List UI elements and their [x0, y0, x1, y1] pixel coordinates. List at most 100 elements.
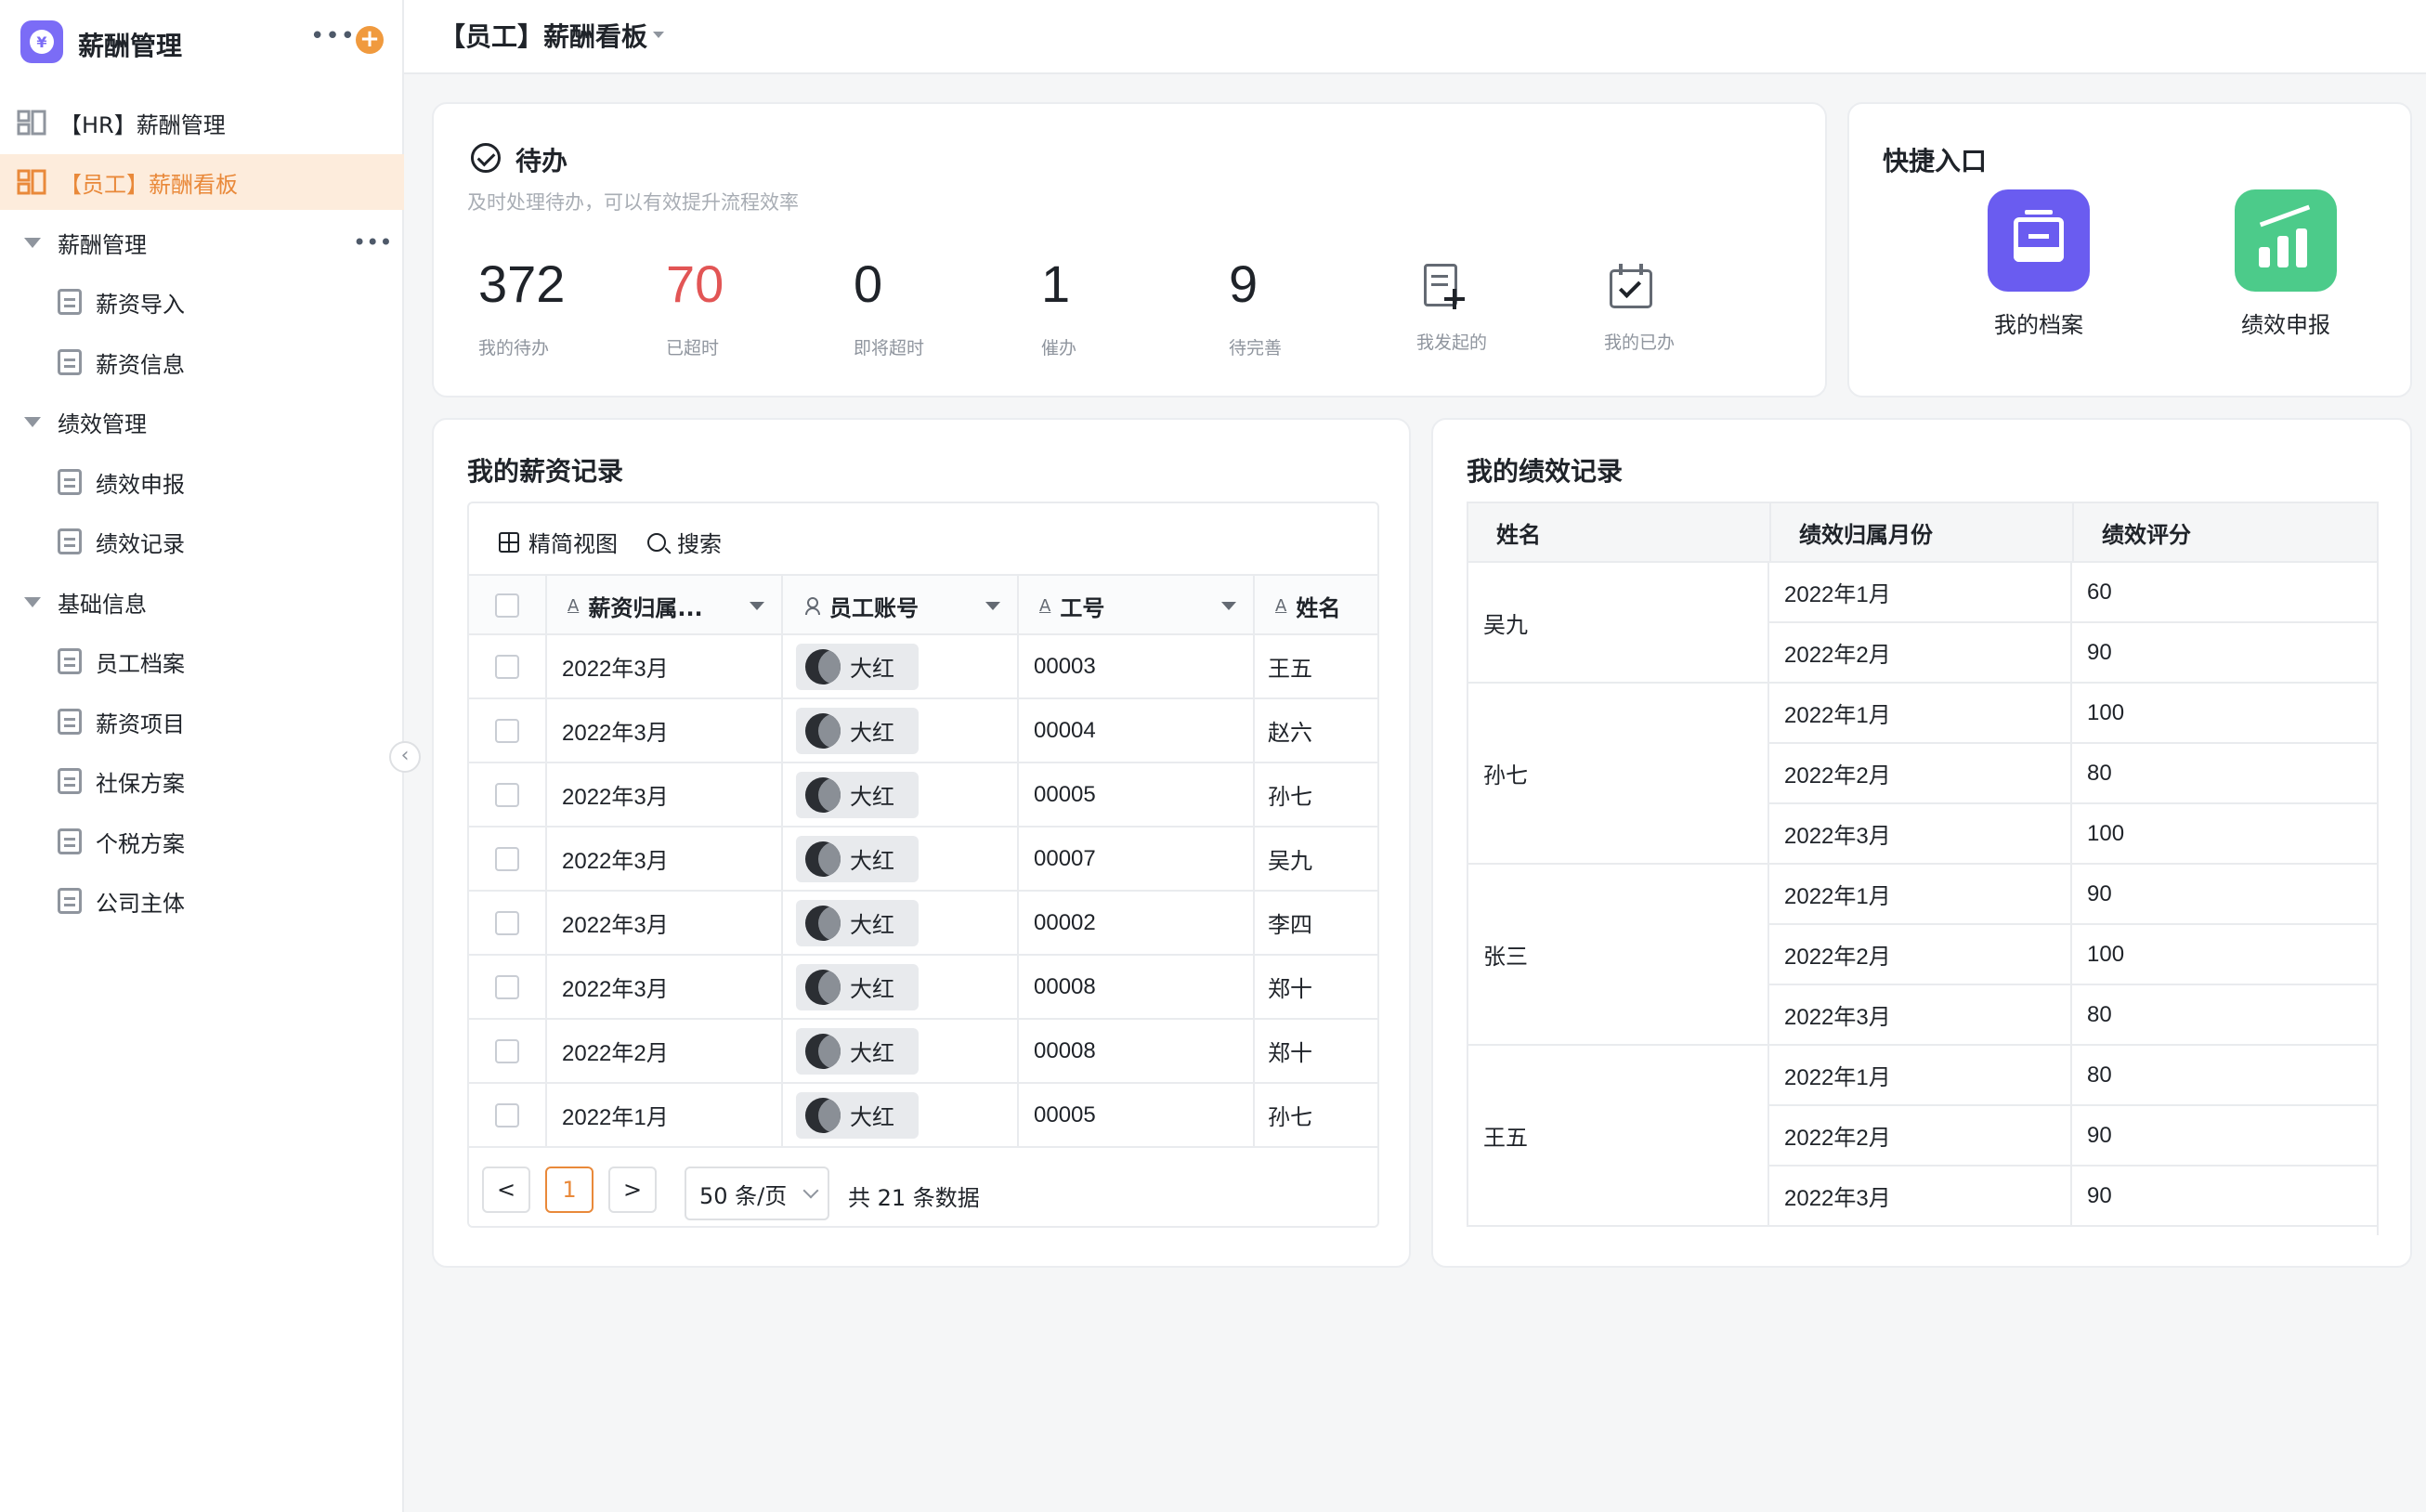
- stat-urge[interactable]: 1 催办: [1041, 258, 1208, 359]
- action-label: 我的已办: [1604, 332, 1676, 353]
- document-icon: [58, 828, 82, 854]
- search-button[interactable]: 搜索: [647, 526, 722, 558]
- perf-month-cell: 2022年1月: [1769, 865, 2072, 925]
- perf-month-cell: 2022年3月: [1769, 985, 2072, 1046]
- compact-view-label: 精简视图: [528, 531, 618, 557]
- quick-label: 绩效申报: [2241, 312, 2330, 338]
- page-number-button[interactable]: 1: [545, 1167, 593, 1213]
- caret-down-icon[interactable]: [653, 32, 664, 38]
- user-chip[interactable]: 大红: [796, 643, 919, 690]
- text-field-icon: A: [1039, 595, 1051, 616]
- performance-table: 姓名 绩效归属月份 绩效评分 吴九 2022年1月 60 2022年2月 90 …: [1467, 502, 2379, 1235]
- stat-label: 即将超时: [854, 338, 925, 358]
- more-icon[interactable]: •••: [353, 229, 392, 255]
- user-name: 大红: [850, 913, 894, 938]
- select-all-cell: [469, 576, 547, 635]
- nav-group-salary[interactable]: 薪酬管理 •••: [0, 215, 404, 270]
- cell-name: 李四: [1268, 913, 1312, 938]
- page-size-select[interactable]: 50 条/页: [685, 1167, 829, 1220]
- nav-item-salary-info[interactable]: 薪资信息: [0, 334, 404, 390]
- action-my-done[interactable]: 我的已办: [1604, 262, 1734, 354]
- user-chip[interactable]: 大红: [796, 1027, 919, 1075]
- row-checkbox[interactable]: [495, 718, 519, 743]
- cell-month: 2022年3月: [547, 635, 783, 697]
- user-chip[interactable]: 大红: [796, 707, 919, 754]
- quick-entry-card: 快捷入口 我的档案 绩效申报: [1847, 102, 2412, 398]
- nav-item-employee-file[interactable]: 员工档案: [0, 633, 404, 689]
- nav-group-label: 绩效管理: [58, 411, 147, 437]
- stat-to-complete[interactable]: 9 待完善: [1229, 258, 1396, 359]
- cell-id: 00007: [1019, 828, 1255, 890]
- column-header-id[interactable]: A 工号: [1019, 576, 1255, 635]
- collapse-sidebar-button[interactable]: ‹: [389, 741, 421, 773]
- table-row[interactable]: 2022年3月 大红 00005 孙七: [469, 763, 1377, 828]
- nav-item-salary-items[interactable]: 薪资项目: [0, 694, 404, 749]
- row-checkbox[interactable]: [495, 846, 519, 871]
- quick-entry-title: 快捷入口: [1883, 146, 1988, 176]
- nav-item-perf-declare[interactable]: 绩效申报: [0, 454, 404, 510]
- user-chip[interactable]: 大红: [796, 835, 919, 882]
- caret-down-icon[interactable]: [1221, 602, 1236, 610]
- row-select-cell: [469, 892, 547, 954]
- user-chip[interactable]: 大红: [796, 771, 919, 818]
- next-page-button[interactable]: >: [608, 1167, 657, 1213]
- row-checkbox[interactable]: [495, 1102, 519, 1127]
- more-icon[interactable]: •••: [310, 22, 356, 50]
- caret-down-icon[interactable]: [750, 602, 764, 610]
- nav-item-social-insurance[interactable]: 社保方案: [0, 753, 404, 809]
- table-row[interactable]: 2022年2月 大红 00008 郑十: [469, 1020, 1377, 1084]
- table-row[interactable]: 2022年3月 大红 00002 李四: [469, 892, 1377, 956]
- caret-down-icon[interactable]: [985, 602, 1000, 610]
- stat-about-to-expire[interactable]: 0 即将超时: [854, 258, 1021, 359]
- add-icon[interactable]: +: [356, 26, 384, 54]
- nav-item-salary-import[interactable]: 薪资导入: [0, 274, 404, 330]
- quick-my-profile[interactable]: 我的档案: [1955, 189, 2122, 339]
- column-label: 工号: [1060, 594, 1105, 621]
- row-checkbox[interactable]: [495, 974, 519, 999]
- column-header-name[interactable]: A 姓名: [1255, 576, 1377, 635]
- stat-overdue[interactable]: 70 已超时: [666, 258, 833, 359]
- action-initiated-by-me[interactable]: 我发起的: [1416, 262, 1546, 354]
- nav-group-performance[interactable]: 绩效管理: [0, 394, 404, 450]
- nav-item-hr-salary[interactable]: 【HR】薪酬管理: [0, 95, 404, 150]
- page-title[interactable]: 【员工】薪酬看板: [439, 17, 647, 54]
- user-chip[interactable]: 大红: [796, 1091, 919, 1139]
- nav-item-perf-record[interactable]: 绩效记录: [0, 514, 404, 569]
- table-row[interactable]: 2022年3月 大红 00007 吴九: [469, 828, 1377, 892]
- stat-value: 70: [666, 254, 724, 313]
- nav-item-income-tax[interactable]: 个税方案: [0, 814, 404, 869]
- perf-month-cell: 2022年2月: [1769, 623, 2072, 684]
- nav-item-company-entity[interactable]: 公司主体: [0, 873, 404, 929]
- row-checkbox[interactable]: [495, 1038, 519, 1063]
- calendar-check-icon: [1608, 262, 1654, 312]
- nav-item-label: 绩效记录: [96, 530, 185, 557]
- caret-down-icon: [24, 237, 41, 248]
- row-checkbox[interactable]: [495, 654, 519, 679]
- row-checkbox[interactable]: [495, 910, 519, 935]
- cell-account: 大红: [783, 1020, 1019, 1082]
- nav-group-basic-info[interactable]: 基础信息: [0, 574, 404, 630]
- table-row[interactable]: 2022年3月 大红 00003 王五: [469, 635, 1377, 699]
- stat-my-todo[interactable]: 372 我的待办: [478, 258, 646, 359]
- compact-view-button[interactable]: 精简视图: [499, 526, 618, 558]
- user-chip[interactable]: 大红: [796, 899, 919, 946]
- table-row[interactable]: 2022年3月 大红 00004 赵六: [469, 699, 1377, 763]
- nav-item-label: 薪资信息: [96, 351, 185, 378]
- column-header-month[interactable]: A 薪资归属...: [547, 576, 783, 635]
- cell-account: 大红: [783, 828, 1019, 890]
- table-row[interactable]: 2022年1月 大红 00005 孙七: [469, 1084, 1377, 1148]
- quick-perf-declare[interactable]: 绩效申报: [2202, 189, 2369, 339]
- nav-item-employee-board[interactable]: 【员工】薪酬看板: [0, 154, 404, 210]
- row-checkbox[interactable]: [495, 782, 519, 807]
- perf-month-cell: 2022年1月: [1769, 684, 2072, 744]
- avatar: [805, 841, 841, 877]
- select-all-checkbox[interactable]: [495, 593, 519, 618]
- row-select-cell: [469, 635, 547, 697]
- cell-name: 赵六: [1268, 721, 1312, 746]
- user-chip[interactable]: 大红: [796, 963, 919, 1010]
- table-row[interactable]: 2022年3月 大红 00008 郑十: [469, 956, 1377, 1020]
- column-header-account[interactable]: 员工账号: [783, 576, 1019, 635]
- prev-page-button[interactable]: <: [482, 1167, 530, 1213]
- perf-name-cell: 王五: [1467, 1046, 1769, 1227]
- document-icon: [58, 469, 82, 495]
